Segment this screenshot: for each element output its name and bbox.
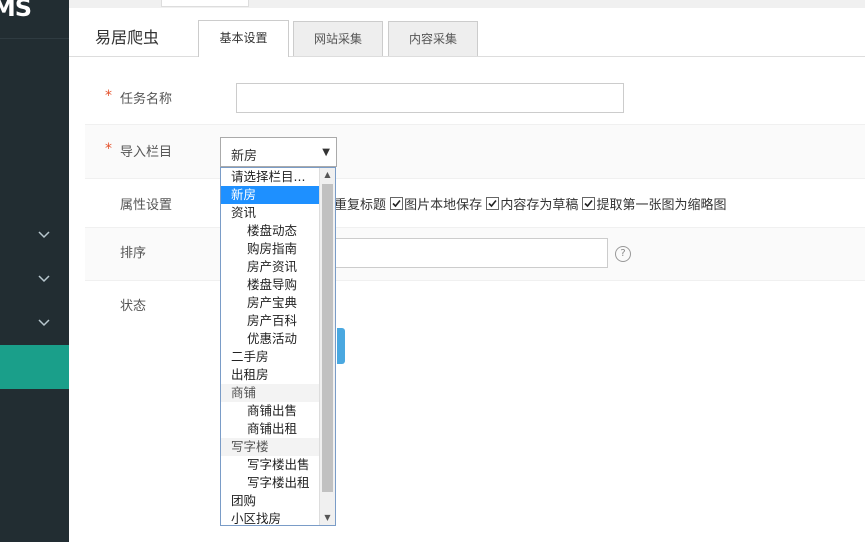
help-icon[interactable]: ? (615, 246, 631, 262)
scrollbar-thumb[interactable] (322, 184, 333, 492)
dropdown-option[interactable]: 资讯 (221, 204, 320, 222)
import-column-options[interactable]: 请选择栏目... 新房 资讯 楼盘动态 购房指南 房产资讯 楼盘导购 房产宝典 房产百科 优惠活动… (220, 167, 336, 526)
main-panel: 易居爬虫 基本设置 网站采集 内容采集 * 任务名称 * 导入栏目 新房 ▼ 属… (69, 8, 865, 542)
attributes-label: 属性设置 (120, 198, 173, 213)
row-status: 状态 (85, 281, 865, 327)
chevron-down-icon[interactable] (36, 270, 56, 290)
dropdown-option: 写字楼 (221, 438, 320, 456)
submit-button[interactable] (337, 328, 345, 364)
dropdown-option[interactable]: 写字楼出租 (221, 474, 320, 492)
task-name-input[interactable] (236, 83, 624, 113)
options-list: 请选择栏目... 新房 资讯 楼盘动态 购房指南 房产资讯 楼盘导购 房产宝典 房产百科 优惠活动… (221, 168, 320, 528)
import-column-select[interactable]: 新房 ▼ (220, 137, 337, 167)
logo: MS (0, 0, 69, 39)
attribute-options: 重复标题 图片本地保存 内容存为草稿 提取第一张图为缩略图 (334, 194, 726, 213)
page-title: 易居爬虫 (95, 28, 160, 47)
dropdown-option[interactable]: 购房指南 (221, 240, 320, 258)
dropdown-option[interactable]: 房产百科 (221, 312, 320, 330)
dropdown-option[interactable]: 楼盘导购 (221, 276, 320, 294)
dropdown-option[interactable]: 优惠活动 (221, 330, 320, 348)
status-label: 状态 (120, 299, 147, 314)
dropdown-option[interactable]: 出租房 (221, 366, 320, 384)
dropdown-option[interactable]: 团购 (221, 492, 320, 510)
option-save-as-draft[interactable]: 内容存为草稿 (486, 197, 578, 213)
tab-basic-settings[interactable]: 基本设置 (198, 20, 289, 57)
dropdown-option[interactable]: 写字楼出售 (221, 456, 320, 474)
logo-text: MS (0, 0, 32, 22)
panel-header: 易居爬虫 基本设置 网站采集 内容采集 (69, 8, 865, 57)
tab-content-collect[interactable]: 内容采集 (388, 21, 478, 56)
select-value: 新房 (231, 149, 258, 164)
top-tab-strip (69, 0, 865, 8)
dropdown-option[interactable]: 房产资讯 (221, 258, 320, 276)
dropdown-option: 商铺 (221, 384, 320, 402)
dropdown-option[interactable]: 商铺出租 (221, 420, 320, 438)
option-duplicate-title[interactable]: 重复标题 (334, 198, 386, 213)
import-column-label: 导入栏目 (120, 145, 173, 160)
sidebar-item-active[interactable] (0, 345, 69, 389)
dropdown-option[interactable]: 新房 (221, 186, 320, 204)
caret-down-icon: ▼ (322, 147, 330, 158)
sidebar: MS (0, 0, 69, 542)
row-task-name: * 任务名称 (85, 71, 865, 125)
row-import-column: * 导入栏目 (85, 125, 865, 179)
task-name-label: 任务名称 (120, 92, 173, 107)
dropdown-option[interactable]: 楼盘动态 (221, 222, 320, 240)
scrollbar[interactable]: ▲ ▼ (319, 168, 335, 525)
top-tab[interactable] (161, 0, 249, 7)
chevron-down-icon[interactable] (36, 314, 56, 334)
tab-site-collect[interactable]: 网站采集 (293, 21, 383, 56)
sort-label: 排序 (120, 246, 147, 261)
dropdown-option[interactable]: 房产宝典 (221, 294, 320, 312)
dropdown-option[interactable]: 商铺出售 (221, 402, 320, 420)
dropdown-option[interactable]: 小区找房 (221, 510, 320, 528)
checkbox-icon[interactable] (390, 197, 404, 210)
checkbox-icon[interactable] (486, 197, 500, 210)
dropdown-option[interactable]: 请选择栏目... (221, 168, 320, 186)
required-mark: * (105, 141, 112, 157)
option-first-image-thumb[interactable]: 提取第一张图为缩略图 (582, 197, 726, 213)
dropdown-option[interactable]: 二手房 (221, 348, 320, 366)
scroll-down-icon[interactable]: ▼ (320, 511, 335, 525)
scroll-up-icon[interactable]: ▲ (320, 168, 335, 182)
required-mark: * (105, 88, 112, 104)
option-save-images[interactable]: 图片本地保存 (390, 197, 482, 213)
checkbox-icon[interactable] (582, 197, 596, 210)
chevron-down-icon[interactable] (36, 226, 56, 246)
